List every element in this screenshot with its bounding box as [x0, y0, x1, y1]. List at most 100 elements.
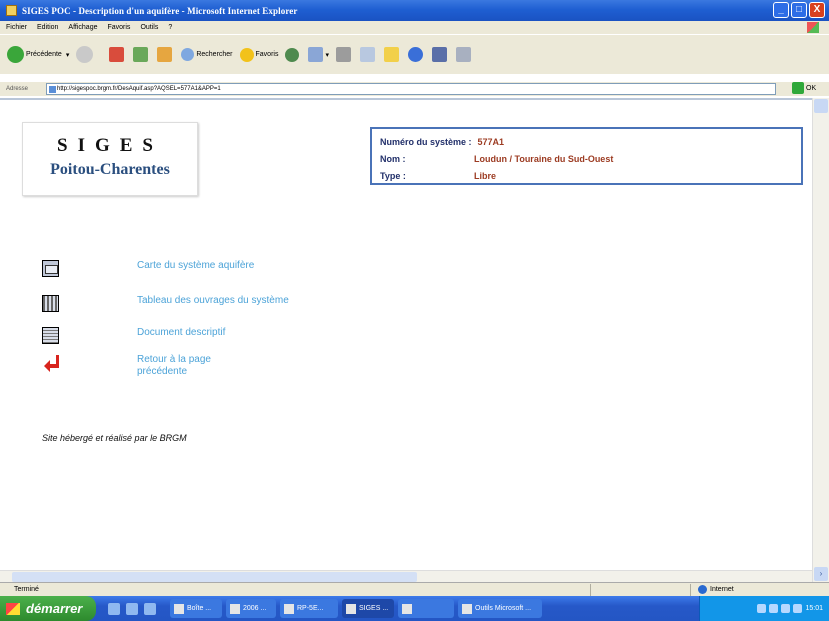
taskbar-item[interactable] — [398, 599, 454, 618]
maximize-button[interactable]: □ — [791, 2, 807, 18]
menu-edit[interactable]: Edition — [37, 24, 58, 31]
quicklaunch-desktop-icon[interactable] — [126, 602, 138, 615]
start-button[interactable]: démarrer — [0, 596, 96, 621]
stop-button[interactable] — [109, 47, 126, 62]
forward-button[interactable] — [76, 46, 95, 63]
taskbar: démarrer Boîte ... 2006 ... RP-5E... SIG… — [0, 596, 829, 621]
menu-help[interactable]: ? — [168, 24, 172, 31]
minimize-button[interactable]: _ — [773, 2, 789, 18]
tray-update-icon[interactable] — [793, 604, 803, 613]
menu-view[interactable]: Affichage — [68, 24, 97, 31]
map-link[interactable]: Carte du système aquifère — [137, 260, 254, 272]
go-arrow-icon — [792, 82, 804, 94]
back-label: Précédente — [26, 51, 62, 58]
clock: 15:01 — [805, 605, 823, 612]
taskbar-item-active[interactable]: SIGES ... — [342, 599, 394, 618]
taskbar-item[interactable]: RP-5E... — [280, 599, 338, 618]
scrollbar-thumb[interactable] — [12, 572, 417, 582]
logo-title: SIGES — [57, 135, 163, 156]
system-tray: 15:01 — [699, 596, 829, 621]
menu-tools[interactable]: Outils — [140, 24, 158, 31]
ie-app-icon — [6, 5, 17, 16]
quicklaunch-ie-icon[interactable] — [108, 602, 120, 615]
menu-file[interactable]: Fichier — [6, 24, 27, 31]
logo-subtitle: Poitou-Charentes — [50, 161, 170, 178]
home-button[interactable] — [157, 47, 174, 62]
refresh-button[interactable] — [133, 47, 150, 62]
menu-item-back[interactable]: Retour à la page précédente — [42, 354, 247, 378]
back-arrow-icon — [7, 46, 24, 63]
history-button[interactable] — [285, 47, 301, 62]
taskbar-item[interactable]: Outils Microsoft ... — [458, 599, 542, 618]
favorites-label: Favoris — [255, 51, 279, 58]
back-arrow-red-icon[interactable] — [42, 354, 59, 372]
forward-arrow-icon — [76, 46, 94, 63]
go-button[interactable]: OK — [792, 82, 816, 94]
horizontal-scrollbar[interactable] — [0, 570, 812, 582]
window-title: SIGES POC - Description d'un aquifère - … — [22, 5, 298, 16]
edit-button[interactable] — [359, 47, 377, 62]
mail-dropdown-icon[interactable]: ▾ — [325, 51, 329, 59]
home-icon — [157, 47, 173, 62]
quicklaunch-media-icon[interactable] — [144, 602, 156, 615]
status-text: Terminé — [14, 586, 39, 593]
edit-icon — [359, 47, 375, 62]
scroll-right-button[interactable]: › — [814, 567, 828, 581]
tools-icon — [455, 47, 471, 62]
tray-security-icon[interactable] — [781, 604, 791, 613]
menu-favorites[interactable]: Favoris — [107, 24, 130, 31]
back-dropdown-icon[interactable]: ▾ — [66, 51, 70, 59]
table-link[interactable]: Tableau des ouvrages du système — [137, 295, 289, 307]
research-button[interactable] — [431, 47, 449, 62]
info-value-type: Libre — [474, 170, 497, 181]
favorites-button[interactable]: Favoris — [239, 47, 279, 62]
address-input[interactable]: http://sigespoc.brgm.fr/DesAquif.asp?AQS… — [46, 83, 776, 95]
back-link[interactable]: Retour à la page précédente — [137, 354, 247, 378]
menu-bar: Fichier Edition Affichage Favoris Outils… — [0, 21, 829, 34]
mail-icon — [308, 47, 324, 62]
windows-logo-icon — [807, 22, 819, 33]
taskbar-item[interactable]: 2006 ... — [226, 599, 276, 618]
close-button[interactable]: X — [809, 2, 825, 18]
taskbar-item[interactable]: Boîte ... — [170, 599, 222, 618]
task-icon — [346, 603, 356, 614]
status-bar: Terminé Internet — [0, 582, 829, 596]
menu-item-map[interactable]: Carte du système aquifère — [42, 260, 254, 277]
window-title-bar[interactable]: SIGES POC - Description d'un aquifère - … — [0, 0, 829, 21]
info-key-name: Nom : — [380, 153, 406, 164]
scroll-up-button[interactable] — [814, 99, 828, 113]
info-row-number: Numéro du système : 577A1 — [380, 133, 793, 150]
print-icon — [335, 47, 351, 62]
back-button[interactable]: Précédente ▾ — [7, 46, 69, 63]
star-icon — [239, 47, 254, 62]
info-value-name: Loudun / Touraine du Sud-Ouest — [474, 153, 614, 164]
search-button[interactable]: Rechercher — [181, 48, 233, 61]
siges-logo: SIGES Poitou-Charentes — [22, 122, 198, 196]
tray-volume-icon[interactable] — [769, 604, 779, 613]
start-label: démarrer — [26, 601, 83, 616]
footer-credit: Site hébergé et réalisé par le BRGM — [42, 433, 187, 443]
vertical-scrollbar[interactable]: › — [812, 98, 829, 582]
tray-network-icon[interactable] — [757, 604, 767, 613]
address-url: http://sigespoc.brgm.fr/DesAquif.asp?AQS… — [57, 86, 221, 92]
mail-button[interactable]: ▾ — [308, 47, 329, 62]
page-content: SIGES Poitou-Charentes Numéro du système… — [0, 98, 812, 570]
tools-button[interactable] — [455, 47, 473, 62]
map-icon[interactable] — [42, 260, 59, 277]
print-button[interactable] — [335, 47, 353, 62]
table-icon[interactable] — [42, 295, 59, 312]
document-icon[interactable] — [42, 327, 59, 344]
messenger-button[interactable] — [407, 47, 425, 62]
menu-item-table[interactable]: Tableau des ouvrages du système — [42, 295, 289, 312]
toolbar: Précédente ▾ Rechercher Favoris ▾ — [0, 34, 829, 74]
menu-item-document[interactable]: Document descriptif — [42, 327, 225, 344]
history-icon — [285, 47, 300, 62]
folder-button[interactable] — [383, 47, 401, 62]
globe-icon — [698, 585, 707, 594]
status-divider — [590, 584, 591, 596]
document-link[interactable]: Document descriptif — [137, 327, 225, 339]
stop-icon — [109, 47, 125, 62]
search-icon — [181, 48, 195, 61]
windows-flag-icon — [6, 602, 20, 615]
info-row-name: Nom : Loudun / Touraine du Sud-Ouest — [380, 150, 793, 167]
